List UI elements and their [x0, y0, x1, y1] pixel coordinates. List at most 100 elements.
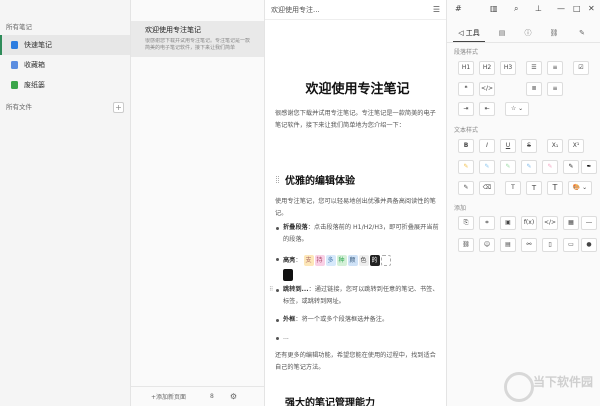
watermark-logo [504, 372, 534, 402]
columns-icon[interactable]: ▥ [490, 4, 498, 13]
info-icon: ⓘ [524, 29, 532, 37]
tab-divider [447, 42, 600, 43]
image-icon[interactable]: ▣ [500, 216, 516, 230]
add-label: 添加 [454, 205, 467, 212]
list-item[interactable]: 外框：将一个或多个段落框选并备注。 [275, 314, 440, 326]
settings-icon[interactable]: ⚙ [230, 392, 237, 401]
hash-icon[interactable]: # [455, 4, 462, 13]
code-button[interactable]: </> [479, 82, 495, 96]
highlight-yellow-pen-icon[interactable]: ✎ [458, 160, 474, 174]
link-icon[interactable]: ⛓ [458, 238, 474, 252]
highlight-colon: ： [295, 257, 302, 264]
file-icon[interactable]: ▯ [542, 238, 558, 252]
note-icon[interactable]: ▭ [563, 238, 579, 252]
formula-button[interactable]: f(x) [521, 216, 537, 230]
tools-panel: # ▥ ⌕ ⊥ — □ ✕ ◁ 工具 ▤ ⓘ ⛓ ✎ 段落样式 H1 H2 H3… [447, 0, 600, 406]
superscript-button[interactable]: X¹ [568, 139, 584, 153]
align-left-button[interactable]: ≣ [526, 82, 542, 96]
section-heading-1-text: 优雅的编辑体验 [285, 176, 355, 187]
table-icon[interactable]: ▦ [563, 216, 579, 230]
outline-icon: ▤ [498, 29, 506, 37]
underline-button[interactable]: U [500, 139, 516, 153]
h2-button[interactable]: H2 [479, 61, 495, 75]
list-item[interactable]: ... [275, 332, 440, 344]
numbered-list-button[interactable]: ≡ [547, 61, 563, 75]
subscript-button[interactable]: X₁ [547, 139, 563, 153]
calendar-icon[interactable]: ▤ [500, 238, 516, 252]
frame-text: ：将一个或多个段落框选并备注。 [295, 316, 389, 323]
align-center-button[interactable]: ≡ [547, 82, 563, 96]
sidebar: 所有笔记 快速笔记 收藏箱 废纸篓 所有文件 + [0, 0, 131, 406]
editor-header-title: 欢迎使用专注... [271, 6, 320, 14]
highlight-lightblue-pen-icon[interactable]: ✎ [521, 160, 537, 174]
minimize-icon[interactable]: — [557, 4, 565, 13]
h1-button[interactable]: H1 [458, 61, 474, 75]
page-count: 8 [210, 393, 214, 400]
italic-button[interactable]: I [479, 139, 495, 153]
highlight-tag: 色 [358, 254, 369, 266]
text-size-large-button[interactable]: T [547, 181, 563, 195]
highlight-green-pen-icon[interactable]: ✎ [500, 160, 516, 174]
indent-button[interactable]: ⇥ [458, 102, 474, 116]
mindmap-icon[interactable]: ⚯ [521, 238, 537, 252]
eraser-icon[interactable]: ⌫ [479, 181, 495, 195]
highlight-tag: 持 [314, 254, 325, 266]
list-item[interactable]: 跳转到...：通过链接，您可以跳转到任意的笔记、书签、标签，或跳转到网址。 [275, 284, 440, 308]
strikethrough-button[interactable]: S [521, 139, 537, 153]
search-icon[interactable]: ⌕ [514, 4, 518, 14]
intro-paragraph[interactable]: 很感谢您下载并试用专注笔记。专注笔记是一款简美的电子笔记软件，接下来让我们简单地… [275, 108, 440, 132]
maximize-icon[interactable]: □ [573, 4, 581, 13]
tab-outline[interactable]: ▤ [491, 24, 513, 42]
emoji-icon[interactable]: ☺ [479, 238, 495, 252]
text-size-small-button[interactable]: T [505, 181, 521, 195]
code-block-icon[interactable]: </> [542, 216, 558, 230]
quote-button[interactable]: ❝ [458, 82, 474, 96]
section-heading-2[interactable]: 强大的笔记管理能力 [285, 394, 435, 406]
h3-button[interactable]: H3 [500, 61, 516, 75]
sidebar-item-label: 收藏箱 [24, 61, 45, 69]
highlight-black-pen-icon[interactable]: ✎ [563, 160, 579, 174]
highlight-tag: 多 [325, 254, 336, 266]
microphone-icon[interactable]: ● [581, 238, 597, 252]
add-page-button[interactable]: +添加新页面 [151, 392, 186, 401]
sidebar-item-trash[interactable]: 废纸篓 [0, 75, 130, 95]
checkbox-button[interactable]: ☑ [573, 61, 589, 75]
outdent-button[interactable]: ⇤ [479, 102, 495, 116]
drag-handle[interactable]: ⠿ [269, 286, 273, 293]
sidebar-item-quick-notes[interactable]: 快速笔记 [0, 35, 130, 55]
pin-icon[interactable]: ⊥ [535, 4, 542, 13]
section-heading-2-text: 强大的笔记管理能力 [285, 398, 375, 406]
tab-tools[interactable]: ◁ 工具 [453, 24, 485, 42]
highlight-dark-pen-icon[interactable]: ✒ [581, 160, 597, 174]
section1-paragraph[interactable]: 使用专注笔记，您可以轻易地创出优雅并具备高阅读性的笔记。 [275, 196, 440, 220]
note-card[interactable]: 欢迎使用专注笔记 很感谢您下载并试用专注笔记。专注笔记是一款简美的电子笔记软件，… [131, 21, 264, 57]
list-item[interactable]: 折叠段落：点击段落前的 H1/H2/H3，即可折叠展开当前的段落。 [275, 222, 440, 246]
drag-handle[interactable] [276, 176, 279, 183]
frame-icon[interactable]: ⌗ [479, 216, 495, 230]
wand-icon: ✎ [579, 29, 585, 37]
section-heading-1[interactable]: 优雅的编辑体验 [285, 172, 435, 187]
bullet-list-button[interactable]: ☰ [526, 61, 542, 75]
pen-icon[interactable]: ✎ [458, 181, 474, 195]
tab-magic[interactable]: ✎ [571, 24, 593, 42]
bold-button[interactable]: B [458, 139, 474, 153]
list-item[interactable]: 高亮： 支持多种颜色的 [275, 253, 440, 281]
tab-info[interactable]: ⓘ [517, 24, 539, 42]
jump-label: 跳转到... [283, 286, 309, 293]
close-icon[interactable]: ✕ [588, 4, 595, 13]
all-notes-label: 所有笔记 [6, 23, 32, 31]
star-dropdown-button[interactable]: ☆ ⌄ [505, 102, 529, 116]
more-paragraph[interactable]: 还有更多的编辑功能，希望您能在使用的过程中，找到适合自己的笔记方法。 [275, 350, 440, 374]
divider-icon[interactable]: ― [581, 216, 597, 230]
text-size-medium-button[interactable]: T [526, 181, 542, 195]
sidebar-item-favorites[interactable]: 收藏箱 [0, 55, 130, 75]
palette-dropdown-button[interactable]: 🎨 ⌄ [568, 181, 592, 195]
link-icon: ⛓ [549, 29, 559, 37]
menu-icon[interactable]: ☰ [433, 0, 440, 20]
add-folder-button[interactable]: + [113, 102, 124, 113]
tab-link[interactable]: ⛓ [543, 24, 565, 42]
attachment-icon[interactable]: ⎘ [458, 216, 474, 230]
highlight-pink-pen-icon[interactable]: ✎ [542, 160, 558, 174]
all-files-label: 所有文件 [6, 103, 32, 111]
highlight-blue-pen-icon[interactable]: ✎ [479, 160, 495, 174]
